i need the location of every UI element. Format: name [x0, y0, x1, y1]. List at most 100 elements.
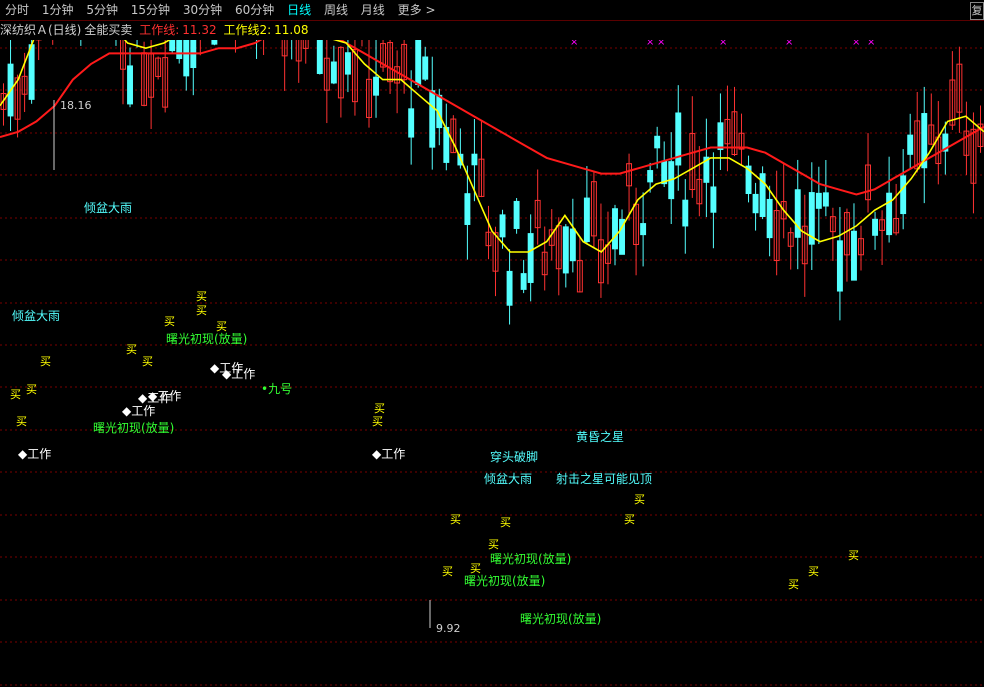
buy-signal: 买 [40, 355, 51, 368]
candle-body [562, 226, 569, 274]
buy-signal: 买 [10, 388, 21, 401]
period-tab-weekly[interactable]: 周线 [319, 0, 352, 20]
pattern-label: 曙光初现(放量) [490, 551, 571, 566]
candle-body [464, 193, 471, 225]
work-signal: ◆工作 [148, 389, 181, 403]
buy-signal: 买 [196, 304, 207, 317]
candle-body [583, 197, 590, 242]
pattern-label: •九号 [261, 382, 292, 396]
candle-body [766, 198, 773, 239]
candle-body [822, 192, 829, 207]
candle-body [316, 40, 323, 74]
candle-body [169, 40, 176, 52]
period-tab-5min[interactable]: 5分钟 [81, 0, 122, 20]
candle-body [661, 160, 668, 185]
buy-signal: 买 [624, 513, 635, 526]
candle-body [612, 208, 618, 250]
period-tab-1min[interactable]: 1分钟 [37, 0, 78, 20]
buy-signal: 买 [634, 493, 645, 506]
buy-signal: 买 [470, 562, 481, 575]
top-marker: × [646, 40, 654, 48]
work-signal: ◆工作 [372, 447, 405, 461]
low-price-label: 9.92 [436, 622, 461, 635]
top-marker: × [570, 40, 578, 48]
candle-body [569, 228, 576, 262]
stock-name: 深纺织Ａ(日线) [0, 23, 82, 37]
restore-button[interactable]: 复 [970, 2, 984, 20]
candle-body [330, 61, 337, 84]
work-line-2-value: 11.08 [274, 23, 309, 37]
pattern-label: 倾盆大雨 [484, 472, 532, 486]
period-tab-monthly[interactable]: 月线 [356, 0, 389, 20]
kline-chart[interactable]: 18.169.92倾盆大雨倾盆大雨曙光初现(放量)曙光初现(放量)•九号穿头破脚… [0, 40, 984, 687]
work-line-1 [0, 40, 984, 196]
high-price-label: 18.16 [60, 99, 92, 112]
pattern-label: 曙光初现(放量) [464, 573, 545, 588]
period-tab-60min[interactable]: 60分钟 [230, 0, 278, 20]
candle-body [851, 230, 857, 281]
candle-body [527, 233, 534, 283]
buy-signal: 买 [442, 565, 453, 578]
top-marker: × [657, 40, 665, 48]
candle-body [717, 122, 724, 151]
candle-body [28, 44, 35, 100]
buy-signal: 买 [808, 565, 819, 578]
buy-signal: 买 [372, 415, 383, 428]
work-signal: ◆工作 [222, 367, 255, 381]
candle-body [408, 108, 415, 138]
candle-body [344, 52, 351, 75]
top-marker: × [719, 40, 727, 48]
candle-body [211, 40, 218, 45]
candle-body [183, 40, 190, 77]
buy-signal: 买 [450, 513, 461, 526]
candle-body [429, 90, 436, 148]
more-periods-button[interactable]: 更多 > [393, 0, 440, 20]
pattern-label: 黄昏之星 [576, 430, 624, 444]
indicator-info-bar: 深纺织Ａ(日线) 全能买卖 工作线: 11.32 工作线2: 11.08 [0, 21, 312, 39]
indicator-name: 全能买卖 [84, 23, 133, 37]
candle-body [176, 40, 183, 60]
period-tab-daily[interactable]: 日线 [282, 0, 315, 20]
work-line-1-value: 11.32 [182, 23, 217, 37]
candle-body [640, 223, 647, 236]
period-toolbar: 分时 1分钟 5分钟 15分钟 30分钟 60分钟 日线 周线 月线 更多 > … [0, 0, 984, 21]
buy-signal: 买 [26, 383, 37, 396]
period-tab-15min[interactable]: 15分钟 [126, 0, 174, 20]
candle-body [752, 193, 759, 214]
top-marker: × [867, 40, 875, 48]
candle-body [886, 192, 893, 236]
pattern-label: 曙光初现(放量) [520, 611, 601, 626]
candle-body [520, 273, 527, 290]
candle-body [506, 270, 513, 306]
buy-signal: 买 [500, 516, 511, 529]
pattern-label: 射击之星可能见顶 [556, 471, 652, 486]
candle-body [422, 56, 429, 80]
work-line-2 [0, 40, 984, 254]
buy-signal: 买 [196, 290, 207, 303]
work-line-1-label: 工作线: [139, 23, 180, 37]
candle-body [872, 218, 879, 236]
pattern-label: 曙光初现(放量) [93, 420, 174, 435]
pattern-label: 倾盆大雨 [12, 309, 60, 323]
candle-body [471, 153, 478, 166]
candle-body [682, 199, 689, 227]
candle-body [513, 200, 520, 229]
buy-signal: 买 [848, 549, 859, 562]
work-signal: ◆工作 [18, 447, 51, 461]
period-tab-intraday[interactable]: 分时 [0, 0, 33, 20]
buy-signal: 买 [216, 320, 227, 333]
candle-body [794, 189, 801, 238]
candle-body [499, 214, 506, 238]
pattern-label: 曙光初现(放量) [166, 331, 247, 346]
candle-body [647, 170, 654, 183]
period-tab-30min[interactable]: 30分钟 [178, 0, 226, 20]
buy-signal: 买 [488, 538, 499, 551]
buy-signal: 买 [142, 355, 153, 368]
buy-signal: 买 [788, 578, 799, 591]
candle-body [836, 240, 843, 292]
work-signal: ◆工作 [122, 404, 155, 418]
buy-signal: 买 [164, 315, 175, 328]
buy-signal: 买 [374, 402, 385, 415]
candle-body [415, 40, 422, 86]
candle-body [127, 65, 133, 105]
